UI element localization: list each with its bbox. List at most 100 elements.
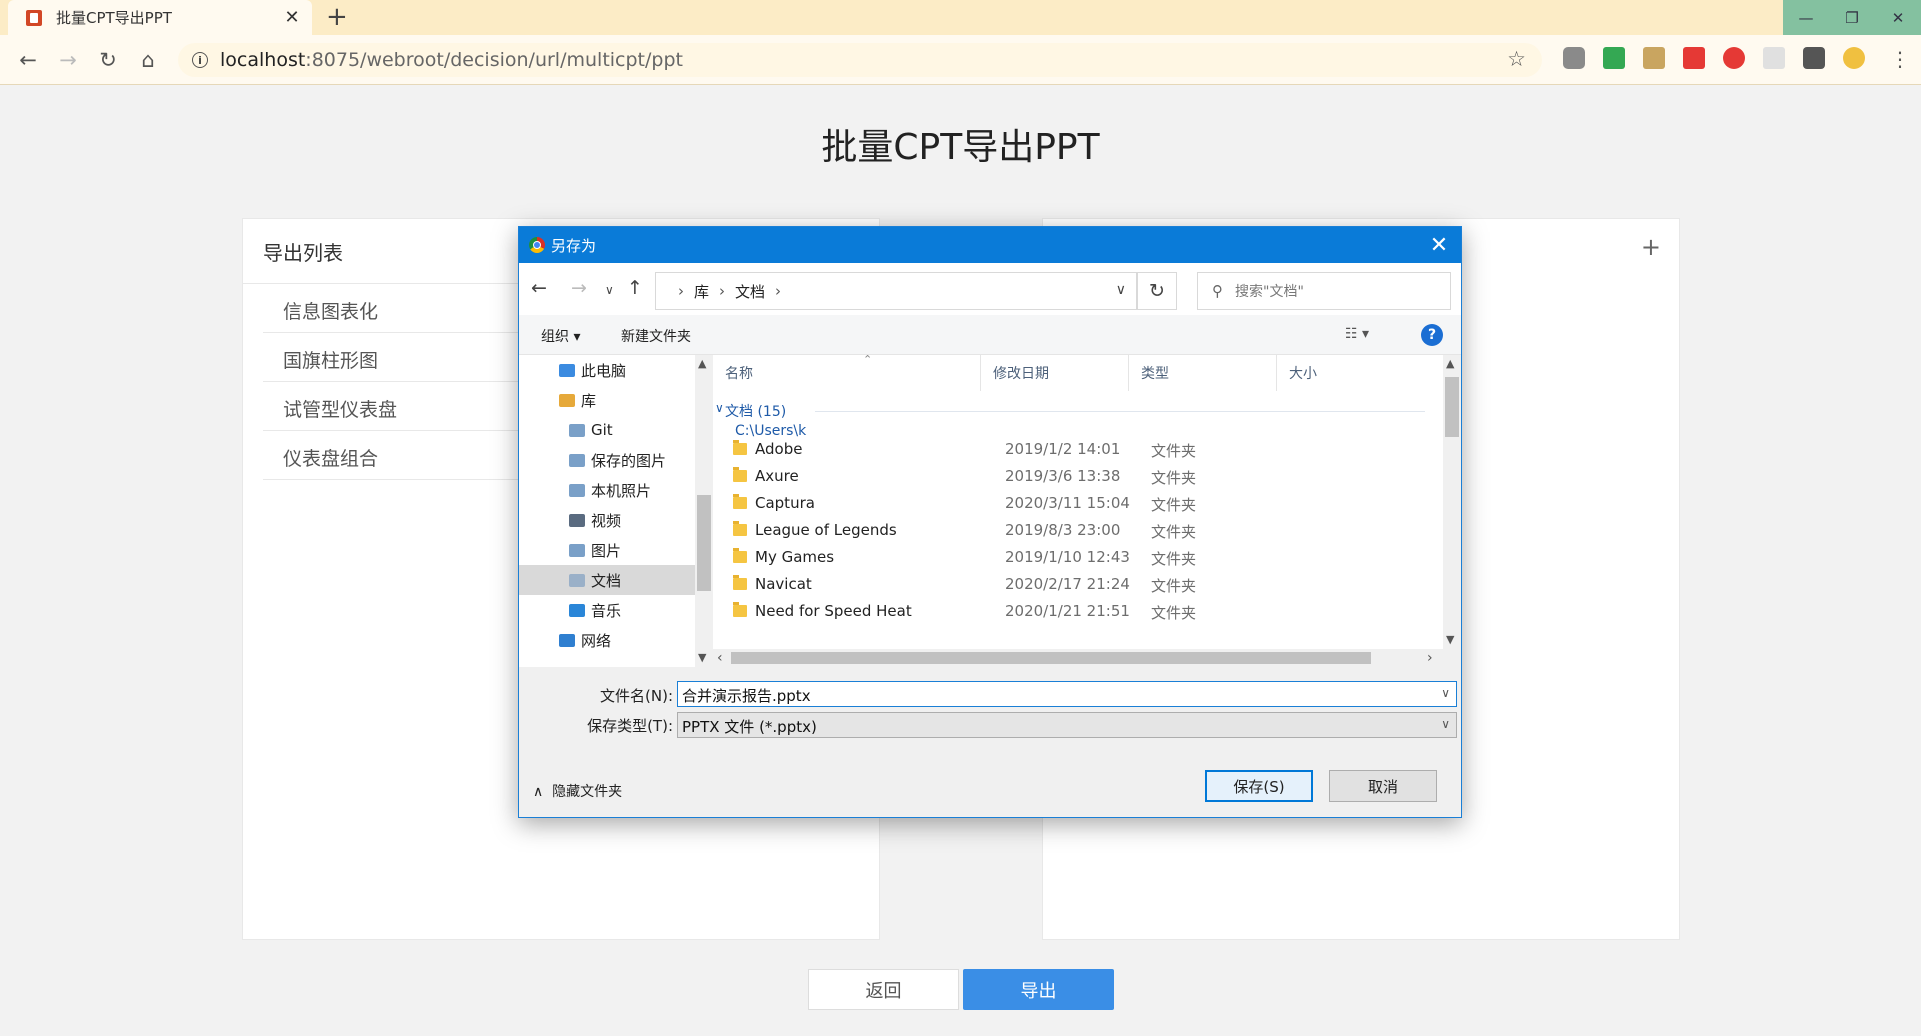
file-name: Navicat (755, 575, 812, 593)
tree-item-label: 此电脑 (581, 361, 627, 380)
scroll-left-icon[interactable]: ‹ (717, 650, 723, 666)
tree-item[interactable]: 此电脑 (519, 355, 695, 385)
add-icon[interactable]: + (1641, 233, 1661, 261)
collapse-group-icon[interactable]: ∨ (715, 401, 724, 415)
minimize-button[interactable]: — (1783, 0, 1829, 35)
column-header-name[interactable]: 名称 ⌃ (713, 355, 981, 391)
file-row[interactable]: My Games 2019/1/10 12:43 文件夹 (713, 545, 1443, 572)
help-icon[interactable]: ? (1421, 324, 1443, 346)
file-list-horizontal-scrollbar[interactable]: ‹ › (713, 649, 1443, 667)
site-info-icon[interactable]: i (192, 52, 208, 68)
scroll-thumb[interactable] (731, 652, 1371, 664)
chevron-down-icon[interactable]: ∨ (1441, 717, 1450, 731)
back-button[interactable]: 返回 (808, 969, 959, 1010)
tree-item[interactable]: 图片 (519, 535, 695, 565)
folder-icon (733, 575, 747, 590)
new-tab-icon[interactable]: + (326, 2, 348, 32)
cancel-button[interactable]: 取消 (1329, 770, 1437, 802)
folder-icon (559, 633, 575, 647)
scroll-up-icon[interactable]: ▲ (698, 357, 706, 370)
home-icon[interactable]: ⌂ (128, 48, 168, 72)
address-bar[interactable]: i localhost:8075/webroot/decision/url/mu… (178, 43, 1542, 77)
file-row[interactable]: Need for Speed Heat 2020/1/21 21:51 文件夹 (713, 599, 1443, 626)
extension-icon[interactable] (1763, 47, 1785, 69)
breadcrumb-item[interactable]: 文档 (735, 281, 765, 302)
chevron-down-icon[interactable]: ∨ (1441, 686, 1450, 700)
puzzle-icon[interactable] (1803, 47, 1825, 69)
filename-label: 文件名(N): (600, 687, 673, 705)
browser-tab[interactable]: 批量CPT导出PPT ✕ (8, 0, 312, 35)
breadcrumb[interactable]: › 库 › 文档 › ∨ (655, 272, 1137, 310)
dialog-close-icon[interactable]: ✕ (1417, 227, 1461, 263)
tree-item[interactable]: 网络 (519, 625, 695, 655)
tree-item[interactable]: 保存的图片 (519, 445, 695, 475)
close-window-button[interactable]: ✕ (1875, 0, 1921, 35)
extension-icon[interactable] (1683, 47, 1705, 69)
scroll-down-icon[interactable]: ▼ (698, 651, 706, 664)
hide-folders-toggle[interactable]: ∧ 隐藏文件夹 (533, 781, 622, 801)
forward-icon[interactable]: → (48, 48, 88, 72)
refresh-button[interactable]: ↻ (1137, 272, 1177, 310)
chevron-right-icon: › (775, 282, 782, 300)
file-row[interactable]: League of Legends 2019/8/3 23:00 文件夹 (713, 518, 1443, 545)
reload-icon[interactable]: ↻ (88, 48, 128, 72)
file-row[interactable]: Navicat 2020/2/17 21:24 文件夹 (713, 572, 1443, 599)
scroll-right-icon[interactable]: › (1427, 650, 1433, 666)
search-input[interactable]: ⚲ 搜索"文档" (1197, 272, 1451, 310)
organize-button[interactable]: 组织 ▾ (541, 326, 580, 346)
folder-icon (569, 603, 585, 617)
column-header-type[interactable]: 类型 (1129, 355, 1277, 391)
scroll-thumb[interactable] (1445, 377, 1459, 437)
file-date: 2020/2/17 21:24 (1005, 575, 1130, 593)
hide-folders-label: 隐藏文件夹 (552, 784, 623, 800)
extension-icon[interactable] (1603, 47, 1625, 69)
recent-dropdown-icon[interactable]: ∨ (605, 283, 614, 297)
new-folder-button[interactable]: 新建文件夹 (621, 326, 691, 346)
file-type: 文件夹 (1151, 604, 1197, 622)
file-row[interactable]: Captura 2020/3/11 15:04 文件夹 (713, 491, 1443, 518)
breadcrumb-item[interactable]: 库 (694, 281, 709, 302)
restore-button[interactable]: ❐ (1829, 0, 1875, 35)
tree-scrollbar[interactable]: ▲ ▼ (695, 355, 713, 667)
scroll-down-icon[interactable]: ▼ (1446, 633, 1454, 646)
up-icon[interactable]: ↑ (627, 277, 643, 299)
tree-item[interactable]: 本机照片 (519, 475, 695, 505)
chevron-down-icon[interactable]: ∨ (1116, 282, 1126, 298)
tree-item-label: 保存的图片 (591, 451, 667, 470)
search-icon: ⚲ (1212, 282, 1223, 300)
file-row[interactable]: Axure 2019/3/6 13:38 文件夹 (713, 464, 1443, 491)
folder-icon (569, 543, 585, 557)
extension-icon[interactable] (1643, 47, 1665, 69)
file-row[interactable]: Adobe 2019/1/2 14:01 文件夹 (713, 437, 1443, 464)
extension-icon[interactable] (1563, 47, 1585, 69)
bookmark-star-icon[interactable]: ☆ (1507, 47, 1526, 71)
back-icon[interactable]: ← (8, 48, 48, 72)
tree-item[interactable]: 库 (519, 385, 695, 415)
dialog-title-bar: 另存为 ✕ (519, 227, 1461, 263)
tree-item[interactable]: Git (519, 415, 695, 445)
menu-kebab-icon[interactable]: ⋮ (1890, 47, 1910, 71)
folder-icon (559, 393, 575, 407)
back-icon[interactable]: ← (531, 277, 547, 299)
chevron-right-icon: › (678, 282, 684, 300)
profile-avatar[interactable] (1843, 47, 1865, 69)
tree-item[interactable]: 文档 (519, 565, 695, 595)
export-button[interactable]: 导出 (963, 969, 1114, 1010)
column-header-date[interactable]: 修改日期 (981, 355, 1129, 391)
tree-item[interactable]: 音乐 (519, 595, 695, 625)
close-tab-icon[interactable]: ✕ (282, 7, 302, 28)
filename-input[interactable]: 合并演示报告.pptx ∨ (677, 681, 1457, 707)
scroll-up-icon[interactable]: ▲ (1446, 357, 1454, 370)
filetype-select[interactable]: PPTX 文件 (*.pptx) ∨ (677, 712, 1457, 738)
extension-icon[interactable] (1723, 47, 1745, 69)
scroll-thumb[interactable] (697, 495, 711, 591)
file-list-vertical-scrollbar[interactable]: ▲ ▼ (1443, 355, 1461, 649)
view-options-icon[interactable]: ☷ ▾ (1345, 326, 1369, 342)
dialog-toolbar: 组织 ▾ 新建文件夹 ☷ ▾ ? (519, 315, 1461, 355)
forward-icon[interactable]: → (571, 277, 587, 299)
tree-item[interactable]: 视频 (519, 505, 695, 535)
file-date: 2019/8/3 23:00 (1005, 521, 1121, 539)
column-header-size[interactable]: 大小 (1277, 355, 1443, 391)
group-title[interactable]: 文档 (15) (725, 401, 786, 421)
save-button[interactable]: 保存(S) (1205, 770, 1313, 802)
